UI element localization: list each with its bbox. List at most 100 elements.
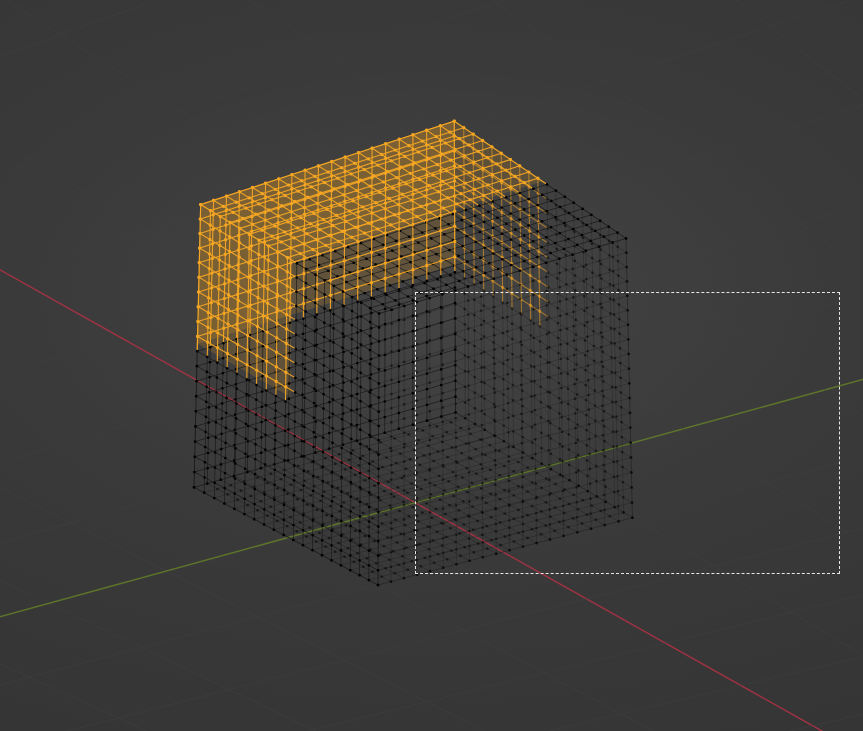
vertex[interactable] <box>499 544 502 547</box>
vertex[interactable] <box>586 335 589 338</box>
vertex[interactable] <box>353 560 356 563</box>
vertex[interactable] <box>347 246 350 249</box>
edge[interactable] <box>569 480 578 485</box>
edge[interactable] <box>485 430 495 436</box>
vertex-selected[interactable] <box>473 188 476 191</box>
vertex[interactable] <box>240 489 243 492</box>
edge[interactable] <box>217 489 227 494</box>
edge[interactable] <box>532 502 546 506</box>
edge[interactable] <box>339 543 348 548</box>
edge[interactable] <box>591 525 605 529</box>
vertex[interactable] <box>617 289 620 292</box>
edge[interactable] <box>624 512 633 517</box>
vertex-selected[interactable] <box>458 137 461 140</box>
edge[interactable] <box>555 504 569 508</box>
vertex[interactable] <box>548 464 551 467</box>
edge[interactable] <box>267 516 277 521</box>
vertex[interactable] <box>603 235 606 238</box>
vertex-selected[interactable] <box>519 223 522 226</box>
vertex[interactable] <box>558 382 561 385</box>
edge[interactable] <box>558 353 567 359</box>
vertex-selected[interactable] <box>436 163 439 166</box>
edge[interactable] <box>591 215 600 221</box>
vertex[interactable] <box>433 561 436 564</box>
edge[interactable] <box>485 414 495 420</box>
vertex[interactable] <box>576 408 579 411</box>
vertex[interactable] <box>390 421 393 424</box>
edge[interactable] <box>550 393 559 399</box>
vertex[interactable] <box>448 249 451 252</box>
edge[interactable] <box>214 494 227 498</box>
vertex[interactable] <box>560 372 563 375</box>
edge[interactable] <box>333 526 346 530</box>
vertex[interactable] <box>601 350 604 353</box>
edge[interactable] <box>481 485 495 489</box>
vertex[interactable] <box>559 206 562 209</box>
edge[interactable] <box>511 240 520 246</box>
vertex[interactable] <box>617 274 620 277</box>
vertex[interactable] <box>564 195 567 198</box>
edge[interactable] <box>549 362 558 368</box>
vertex[interactable] <box>408 515 411 518</box>
vertex[interactable] <box>589 467 592 470</box>
vertex[interactable] <box>592 330 595 333</box>
vertex[interactable] <box>403 443 406 446</box>
vertex[interactable] <box>586 490 589 493</box>
edge[interactable] <box>568 235 581 239</box>
vertex[interactable] <box>612 270 615 273</box>
edge[interactable] <box>456 371 469 375</box>
vertex[interactable] <box>547 286 550 289</box>
vertex[interactable] <box>489 492 492 495</box>
edge[interactable] <box>430 407 443 411</box>
vertex-selected[interactable] <box>325 208 328 211</box>
vertex[interactable] <box>305 535 308 538</box>
vertex[interactable] <box>460 427 463 430</box>
vertex[interactable] <box>408 235 411 238</box>
edge[interactable] <box>289 379 303 383</box>
vertex-selected[interactable] <box>323 181 326 184</box>
edge[interactable] <box>231 485 241 490</box>
vertex-selected[interactable] <box>477 150 480 153</box>
edge[interactable] <box>613 267 626 271</box>
edge[interactable] <box>500 522 509 527</box>
vertex[interactable] <box>391 471 394 474</box>
vertex-selected[interactable] <box>401 193 404 196</box>
vertex[interactable] <box>549 492 552 495</box>
edge[interactable] <box>416 278 425 284</box>
edge[interactable] <box>434 461 444 467</box>
edge[interactable] <box>617 428 631 432</box>
edge[interactable] <box>382 577 391 582</box>
edge[interactable] <box>484 383 494 389</box>
vertex[interactable] <box>455 437 458 440</box>
edge[interactable] <box>304 510 317 514</box>
vertex[interactable] <box>547 390 550 393</box>
vertex[interactable] <box>574 289 577 292</box>
edge[interactable] <box>258 510 268 515</box>
vertex[interactable] <box>260 500 263 503</box>
edge[interactable] <box>485 244 498 248</box>
edge[interactable] <box>588 376 602 380</box>
edge[interactable] <box>542 217 555 221</box>
edge[interactable] <box>196 392 209 396</box>
edge[interactable] <box>535 450 548 454</box>
edge[interactable] <box>412 480 426 484</box>
edge[interactable] <box>221 460 234 464</box>
vertex[interactable] <box>550 200 553 203</box>
vertex[interactable] <box>534 453 537 456</box>
edge[interactable] <box>195 453 208 457</box>
edge[interactable] <box>557 264 566 270</box>
vertex[interactable] <box>573 260 576 263</box>
vertex-selected[interactable] <box>510 277 513 280</box>
vertex[interactable] <box>410 560 413 563</box>
vertex[interactable] <box>566 357 569 360</box>
edge[interactable] <box>568 389 577 395</box>
edge[interactable] <box>587 289 600 293</box>
vertex-selected[interactable] <box>309 222 312 225</box>
edge[interactable] <box>565 489 574 494</box>
vertex[interactable] <box>600 346 603 349</box>
vertex[interactable] <box>473 551 476 554</box>
vertex[interactable] <box>510 264 513 267</box>
edge-selected[interactable] <box>521 284 530 290</box>
vertex[interactable] <box>300 489 303 492</box>
vertex[interactable] <box>613 299 616 302</box>
